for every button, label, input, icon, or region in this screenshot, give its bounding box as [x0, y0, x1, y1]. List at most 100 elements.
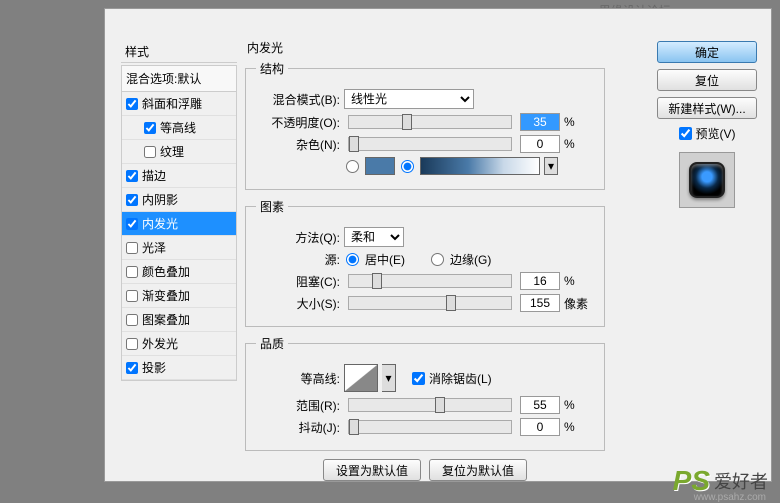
preview-label: 预览(V): [696, 125, 736, 142]
technique-label: 方法(Q):: [256, 229, 340, 246]
style-checkbox[interactable]: [126, 290, 138, 302]
style-checkbox[interactable]: [144, 146, 156, 158]
opacity-label: 不透明度(O):: [256, 114, 340, 131]
structure-group: 结构 混合模式(B): 线性光 不透明度(O): % 杂色(N): %: [245, 60, 605, 190]
elements-group: 图素 方法(Q): 柔和 源: 居中(E) 边缘(G) 阻塞(C): % 大小(…: [245, 198, 605, 327]
choke-input[interactable]: [520, 272, 560, 290]
jitter-unit: %: [564, 420, 594, 434]
size-label: 大小(S):: [256, 295, 340, 312]
reset-default-button[interactable]: 复位为默认值: [429, 459, 527, 481]
style-item-11[interactable]: 投影: [122, 356, 236, 380]
size-slider[interactable]: [348, 296, 512, 310]
style-item-4[interactable]: 内阴影: [122, 188, 236, 212]
style-item-2[interactable]: 纹理: [122, 140, 236, 164]
style-item-label: 外发光: [142, 335, 178, 352]
elements-legend: 图素: [256, 198, 288, 215]
style-checkbox[interactable]: [126, 218, 138, 230]
inner-glow-panel: 内发光 结构 混合模式(B): 线性光 不透明度(O): % 杂色(N): %: [245, 39, 605, 487]
range-unit: %: [564, 398, 594, 412]
style-item-label: 颜色叠加: [142, 263, 190, 280]
style-item-label: 内阴影: [142, 191, 178, 208]
footer-url: www.psahz.com: [694, 492, 766, 503]
jitter-label: 抖动(J):: [256, 419, 340, 436]
right-buttons: 确定 复位 新建样式(W)... 预览(V): [657, 41, 757, 208]
quality-group: 品质 等高线: ▾ 消除锯齿(L) 范围(R): % 抖动(J): %: [245, 335, 605, 451]
set-default-button[interactable]: 设置为默认值: [323, 459, 421, 481]
style-checkbox[interactable]: [126, 98, 138, 110]
style-checkbox[interactable]: [126, 170, 138, 182]
opacity-unit: %: [564, 115, 594, 129]
choke-slider[interactable]: [348, 274, 512, 288]
source-label: 源:: [256, 251, 340, 268]
style-checkbox[interactable]: [126, 314, 138, 326]
style-checkbox[interactable]: [126, 362, 138, 374]
style-item-7[interactable]: 颜色叠加: [122, 260, 236, 284]
style-item-label: 纹理: [160, 143, 184, 160]
layer-style-dialog: 样式 混合选项:默认 斜面和浮雕等高线纹理描边内阴影内发光光泽颜色叠加渐变叠加图…: [104, 8, 772, 482]
style-item-0[interactable]: 斜面和浮雕: [122, 92, 236, 116]
noise-unit: %: [564, 137, 594, 151]
style-item-label: 描边: [142, 167, 166, 184]
contour-dropdown-icon[interactable]: ▾: [382, 364, 396, 392]
quality-legend: 品质: [256, 335, 288, 352]
noise-input[interactable]: [520, 135, 560, 153]
style-checkbox[interactable]: [126, 266, 138, 278]
source-center-label: 居中(E): [365, 251, 405, 268]
new-style-button[interactable]: 新建样式(W)...: [657, 97, 757, 119]
contour-label: 等高线:: [256, 370, 340, 387]
color-radio-solid[interactable]: [346, 160, 359, 173]
styles-title: 样式: [121, 41, 237, 63]
blend-mode-label: 混合模式(B):: [256, 91, 340, 108]
panel-title: 内发光: [245, 39, 605, 56]
preview-checkbox[interactable]: [679, 127, 692, 140]
range-label: 范围(R):: [256, 397, 340, 414]
color-swatch[interactable]: [365, 157, 395, 175]
noise-slider[interactable]: [348, 137, 512, 151]
blend-mode-select[interactable]: 线性光: [344, 89, 474, 109]
jitter-input[interactable]: [520, 418, 560, 436]
style-item-1[interactable]: 等高线: [122, 116, 236, 140]
range-input[interactable]: [520, 396, 560, 414]
style-item-label: 光泽: [142, 239, 166, 256]
style-checkbox[interactable]: [126, 194, 138, 206]
style-checkbox[interactable]: [144, 122, 156, 134]
footer-cn: 爱好者: [714, 468, 768, 494]
choke-label: 阻塞(C):: [256, 273, 340, 290]
contour-swatch[interactable]: [344, 364, 378, 392]
style-item-3[interactable]: 描边: [122, 164, 236, 188]
structure-legend: 结构: [256, 60, 288, 77]
style-item-6[interactable]: 光泽: [122, 236, 236, 260]
noise-label: 杂色(N):: [256, 136, 340, 153]
color-radio-gradient[interactable]: [401, 160, 414, 173]
size-input[interactable]: [520, 294, 560, 312]
preview-lens-icon: [689, 162, 725, 198]
preview-thumbnail: [679, 152, 735, 208]
style-item-10[interactable]: 外发光: [122, 332, 236, 356]
opacity-input[interactable]: [520, 113, 560, 131]
style-item-5[interactable]: 内发光: [122, 212, 236, 236]
ok-button[interactable]: 确定: [657, 41, 757, 63]
style-item-label: 等高线: [160, 119, 196, 136]
jitter-slider[interactable]: [348, 420, 512, 434]
opacity-slider[interactable]: [348, 115, 512, 129]
choke-unit: %: [564, 274, 594, 288]
cancel-button[interactable]: 复位: [657, 69, 757, 91]
range-slider[interactable]: [348, 398, 512, 412]
size-unit: 像素: [564, 295, 594, 312]
style-item-label: 内发光: [142, 215, 178, 232]
gradient-swatch[interactable]: [420, 157, 540, 175]
gradient-dropdown-icon[interactable]: ▾: [544, 157, 558, 175]
source-edge-label: 边缘(G): [450, 251, 491, 268]
source-center-radio[interactable]: [346, 253, 359, 266]
technique-select[interactable]: 柔和: [344, 227, 404, 247]
style-checkbox[interactable]: [126, 338, 138, 350]
source-edge-radio[interactable]: [431, 253, 444, 266]
style-item-9[interactable]: 图案叠加: [122, 308, 236, 332]
style-item-label: 斜面和浮雕: [142, 95, 202, 112]
style-checkbox[interactable]: [126, 242, 138, 254]
style-item-8[interactable]: 渐变叠加: [122, 284, 236, 308]
antialias-checkbox[interactable]: [412, 372, 425, 385]
blend-options-row[interactable]: 混合选项:默认: [121, 65, 237, 92]
style-item-label: 投影: [142, 359, 166, 376]
style-item-label: 渐变叠加: [142, 287, 190, 304]
